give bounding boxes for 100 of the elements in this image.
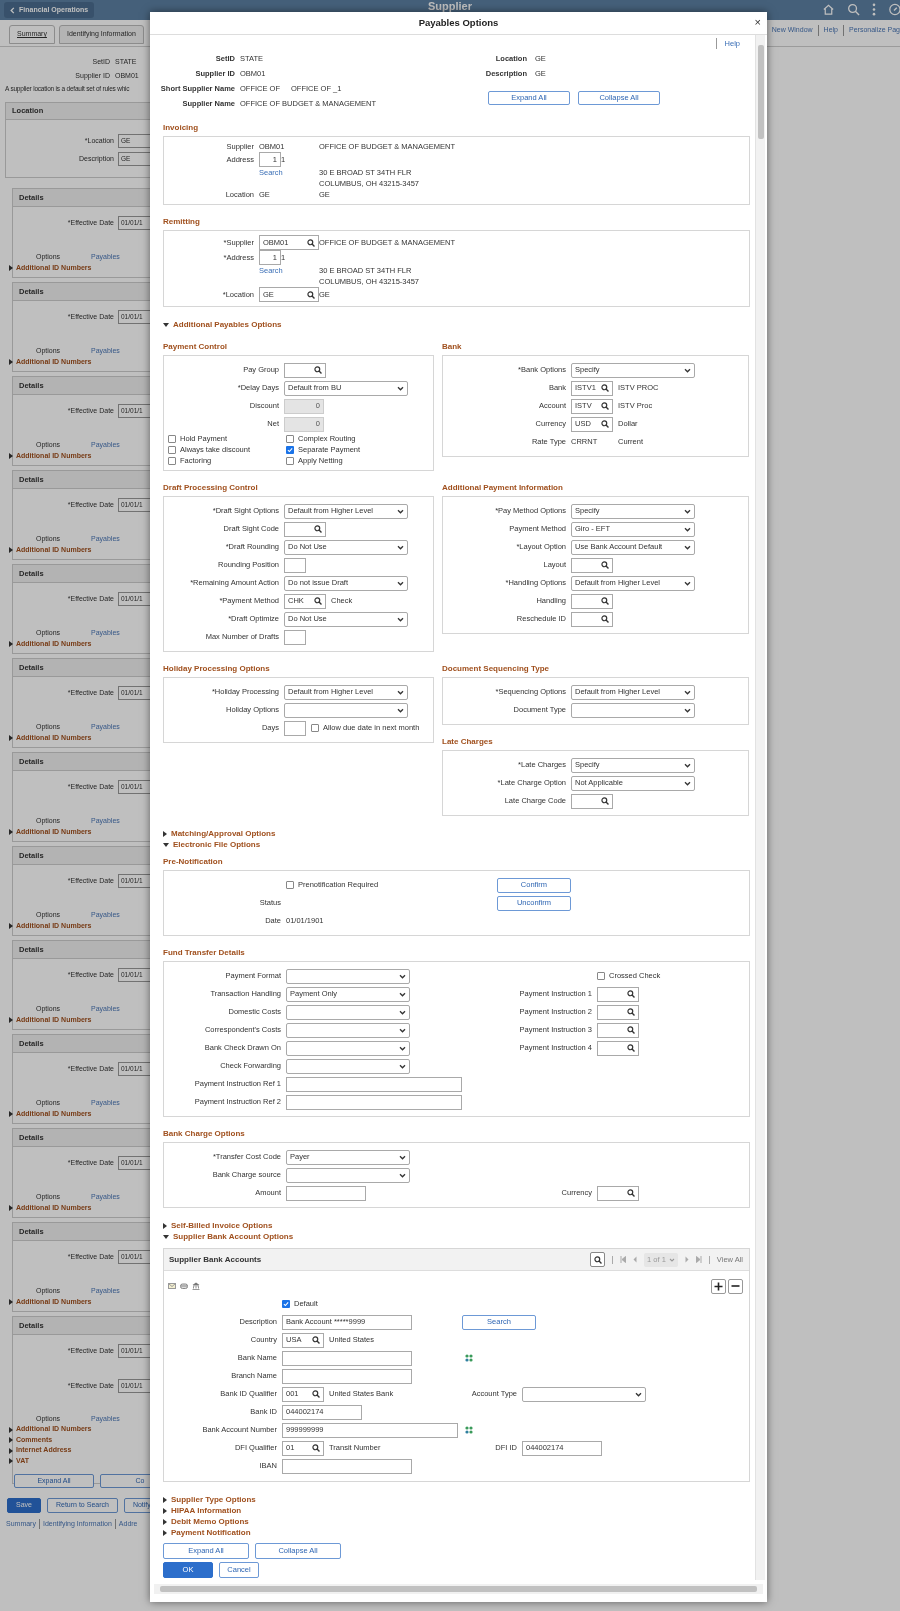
search-icon xyxy=(601,561,609,569)
section-toggle[interactable]: Electronic File Options xyxy=(163,839,261,850)
section-title: Bank xyxy=(442,341,463,353)
search-button[interactable] xyxy=(590,1252,606,1267)
checkbox[interactable] xyxy=(286,457,294,465)
checkbox[interactable] xyxy=(168,446,176,454)
search-icon xyxy=(314,366,322,374)
previous-icon xyxy=(633,1256,638,1263)
input-field[interactable] xyxy=(286,1094,462,1110)
checkbox[interactable] xyxy=(286,881,294,889)
chevron-left-icon xyxy=(10,6,15,14)
input-field[interactable] xyxy=(282,1368,412,1384)
caret-icon xyxy=(668,1257,675,1262)
search-icon xyxy=(312,1444,320,1452)
lookup-field[interactable] xyxy=(571,793,613,809)
caret-icon xyxy=(684,762,691,768)
dropdown[interactable] xyxy=(286,1058,410,1074)
caret-icon xyxy=(397,544,404,550)
caret-icon xyxy=(399,991,406,997)
lookup-field[interactable] xyxy=(597,986,639,1002)
caret-icon xyxy=(399,1045,406,1051)
dropdown[interactable] xyxy=(286,968,410,984)
caret-icon xyxy=(397,508,404,514)
triangle-right-icon xyxy=(9,1111,13,1118)
dropdown[interactable] xyxy=(286,1167,410,1183)
dropdown[interactable] xyxy=(286,1004,410,1020)
caret-icon xyxy=(684,707,691,713)
lookup-field[interactable] xyxy=(571,611,613,627)
dropdown[interactable] xyxy=(286,1040,410,1056)
close-button[interactable]: × xyxy=(754,16,761,28)
checkbox[interactable] xyxy=(311,724,319,732)
section-title: Draft Processing Control xyxy=(163,482,259,494)
section-toggle[interactable]: Additional Payables Options xyxy=(163,319,282,330)
input-field[interactable] xyxy=(284,629,306,645)
bank-icon xyxy=(192,1282,200,1290)
caret-icon xyxy=(397,707,404,713)
caret-icon xyxy=(397,580,404,586)
section-toggle[interactable]: Matching/Approval Options xyxy=(163,828,276,839)
caret-icon xyxy=(684,508,691,514)
input-field[interactable] xyxy=(282,1350,412,1366)
search-icon xyxy=(312,1336,320,1344)
search-icon xyxy=(593,1255,602,1264)
triangle-right-icon xyxy=(9,1299,13,1306)
dots-icon xyxy=(465,1426,473,1434)
caret-icon xyxy=(399,1063,406,1069)
horizontal-scrollbar[interactable] xyxy=(154,1584,763,1594)
input-field[interactable] xyxy=(284,557,306,573)
lookup-field[interactable] xyxy=(597,1185,639,1201)
envelope-icon xyxy=(168,1283,176,1289)
search-icon xyxy=(627,1008,635,1016)
dropdown[interactable] xyxy=(284,702,408,718)
section-title: Additional Payment Information xyxy=(442,482,564,494)
checkbox[interactable] xyxy=(168,435,176,443)
input-field[interactable] xyxy=(282,1458,412,1474)
checkbox[interactable] xyxy=(286,435,294,443)
checkbox[interactable] xyxy=(168,457,176,465)
caret-icon xyxy=(397,689,404,695)
input-field[interactable] xyxy=(284,720,306,736)
triangle-right-icon xyxy=(9,453,13,460)
scrollbar-thumb[interactable] xyxy=(757,45,764,139)
plus-icon xyxy=(714,1281,723,1291)
checkbox[interactable] xyxy=(597,972,605,980)
caret-icon xyxy=(684,544,691,550)
delete-row-button[interactable] xyxy=(728,1278,743,1294)
lookup-field[interactable] xyxy=(597,1040,639,1056)
triangle-right-icon xyxy=(9,1017,13,1024)
section-toggle[interactable]: Self-Billed Invoice Options xyxy=(163,1220,273,1231)
caret-icon xyxy=(397,385,404,391)
section-toggle[interactable]: Supplier Type Options xyxy=(163,1494,256,1505)
lookup-field[interactable] xyxy=(597,1022,639,1038)
lookup-field[interactable] xyxy=(284,521,326,537)
section-toggle[interactable]: Payment Notification xyxy=(163,1527,251,1538)
add-row-button[interactable] xyxy=(711,1278,726,1294)
search-icon xyxy=(307,238,315,247)
search-icon xyxy=(601,615,609,623)
section-toggle[interactable]: Debit Memo Options xyxy=(163,1516,249,1527)
triangle-right-icon xyxy=(9,1205,13,1212)
section-title: Document Sequencing Type xyxy=(442,663,550,675)
caret-icon xyxy=(399,1009,406,1015)
dropdown[interactable] xyxy=(522,1386,646,1402)
next-icon xyxy=(684,1256,689,1263)
section-title: Pre-Notification xyxy=(163,856,224,868)
input-field[interactable] xyxy=(286,1076,462,1092)
lookup-field[interactable] xyxy=(571,593,613,609)
section-toggle[interactable]: HIPAA Information xyxy=(163,1505,242,1516)
vertical-scrollbar[interactable] xyxy=(755,35,765,1580)
dropdown[interactable] xyxy=(571,702,695,718)
modal-title: Payables Options xyxy=(418,15,499,30)
lookup-field[interactable] xyxy=(284,362,326,378)
input-field[interactable] xyxy=(286,1185,366,1201)
scrollbar-thumb[interactable] xyxy=(160,1586,757,1592)
section-toggle[interactable]: Supplier Bank Account Options xyxy=(163,1231,294,1242)
compass-icon xyxy=(888,3,900,16)
search-icon xyxy=(314,597,322,605)
lookup-field[interactable] xyxy=(597,1004,639,1020)
section-title: Fund Transfer Details xyxy=(163,947,246,959)
section-title: Holiday Processing Options xyxy=(163,663,271,675)
lookup-field[interactable] xyxy=(571,557,613,573)
section-title: Invoicing xyxy=(163,122,200,134)
dropdown[interactable] xyxy=(286,1022,410,1038)
